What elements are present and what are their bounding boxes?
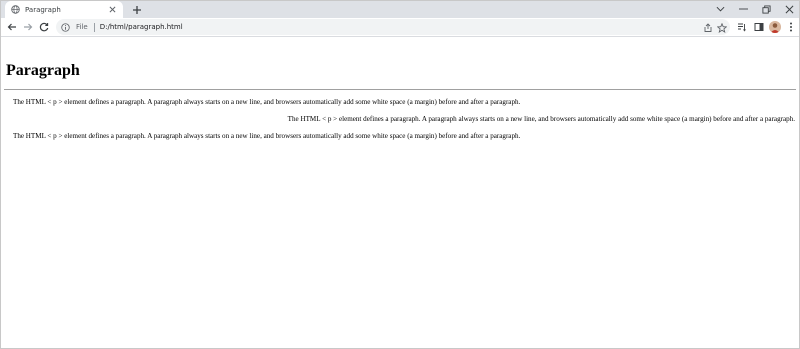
paragraph-right-aligned: The HTML < p > element defines a paragra… xyxy=(287,115,795,123)
restore-button[interactable] xyxy=(759,3,773,15)
info-icon[interactable] xyxy=(61,22,70,32)
reload-icon[interactable] xyxy=(38,21,50,33)
tab-strip: Paragraph xyxy=(1,1,799,18)
more-menu-icon[interactable] xyxy=(785,21,797,33)
avatar[interactable] xyxy=(769,21,781,33)
star-icon[interactable] xyxy=(716,22,727,33)
new-tab-button[interactable] xyxy=(130,3,143,16)
paragraph-left: The HTML < p > element defines a paragra… xyxy=(13,98,521,106)
address-bar[interactable]: File D:/html/paragraph.html xyxy=(56,19,730,35)
page-content: Paragraph The HTML < p > element defines… xyxy=(1,38,799,348)
tab-title: Paragraph xyxy=(25,5,61,14)
close-icon[interactable] xyxy=(108,5,117,14)
side-panel-icon[interactable] xyxy=(753,21,765,33)
chevron-down-icon[interactable] xyxy=(713,3,727,15)
close-window-button[interactable] xyxy=(782,3,796,15)
minimize-button[interactable] xyxy=(736,3,750,15)
url-text[interactable]: D:/html/paragraph.html xyxy=(100,23,183,31)
back-arrow-icon[interactable] xyxy=(6,21,18,33)
forward-arrow-icon[interactable] xyxy=(22,21,34,33)
scheme-label: File xyxy=(76,23,88,31)
horizontal-rule xyxy=(4,89,796,90)
paragraph-left: The HTML < p > element defines a paragra… xyxy=(13,132,521,140)
globe-icon xyxy=(11,5,20,14)
share-icon[interactable] xyxy=(702,22,713,33)
divider xyxy=(93,22,95,32)
browser-toolbar: File D:/html/paragraph.html xyxy=(1,18,799,37)
tab-paragraph[interactable]: Paragraph xyxy=(5,1,123,18)
page-title: Paragraph xyxy=(6,62,80,79)
reading-list-icon[interactable] xyxy=(736,21,748,33)
